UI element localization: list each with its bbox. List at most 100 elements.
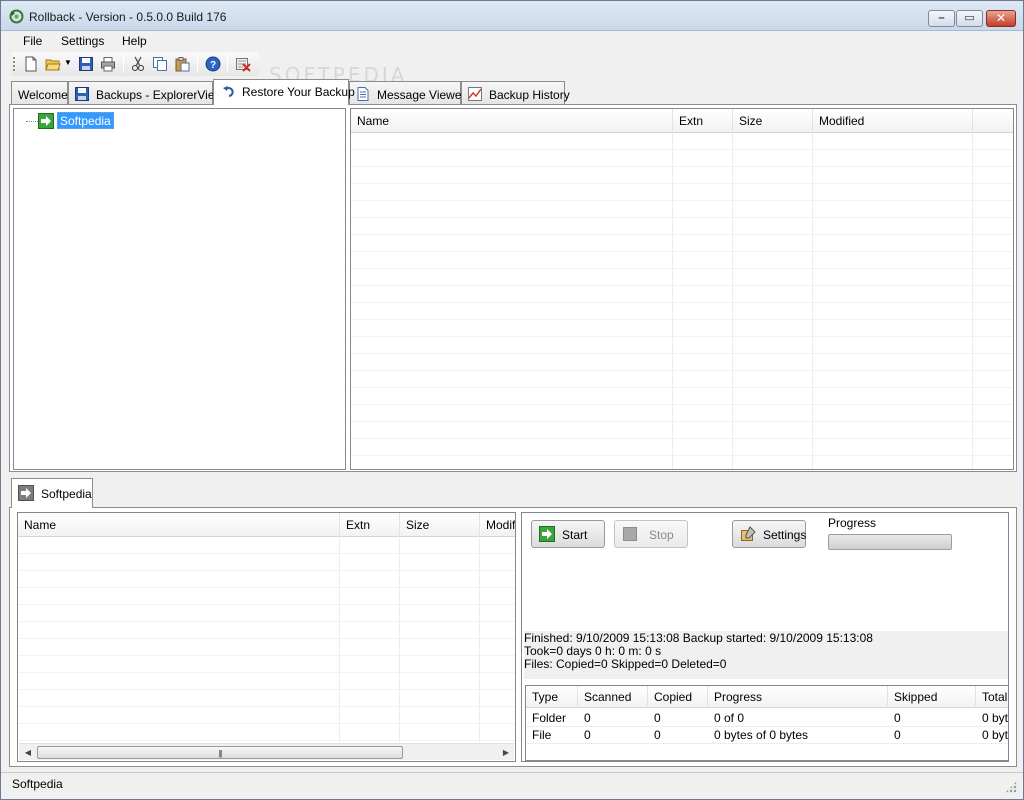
chart-icon [468,87,482,101]
tab-label: Welcome [18,88,68,102]
toolbar-separator [197,55,198,73]
tab-softpedia[interactable]: Softpedia [11,478,93,508]
file-list[interactable]: Name Extn Size Modified [350,108,1014,470]
print-icon[interactable] [100,56,116,72]
column-divider [339,537,340,742]
start-button[interactable]: Start [531,520,605,548]
save-icon[interactable] [78,56,94,72]
column-extn[interactable]: Extn [340,513,400,537]
svg-text:?: ? [210,60,216,71]
cut-icon[interactable] [130,56,146,72]
help-icon[interactable]: ? [205,56,221,72]
open-dropdown-icon[interactable]: ▼ [64,58,72,67]
summary-table[interactable]: Type Scanned Copied Progress Skipped Tot… [525,685,1009,761]
document-icon [357,87,369,101]
column-modified[interactable]: Modifi [480,513,515,537]
grip-icon: ||| [218,749,222,758]
settings-label: Settings [763,528,807,542]
column-modified[interactable]: Modified [813,109,973,133]
progress-label: Progress [828,516,877,530]
tree-node-softpedia[interactable]: Softpedia [57,112,114,129]
column-total[interactable]: Total S [976,686,1008,708]
cell-total: 0 bytes [982,728,1009,742]
new-icon[interactable] [23,56,39,72]
maximize-icon: ▭ [964,12,975,24]
tab-welcome[interactable]: Welcome [11,81,68,105]
title-bar[interactable]: Rollback - Version - 0.5.0.0 Build 176 –… [1,1,1023,31]
copy-icon[interactable] [152,56,168,72]
tab-message-viewer[interactable]: Message Viewer [349,81,466,105]
green-arrow-icon [38,113,54,129]
settings-icon [741,526,756,541]
scroll-right-icon[interactable]: ▶ [499,746,513,759]
restore-tab-panel: Softpedia Name Extn Size Modified [9,104,1017,472]
settings-button[interactable]: Settings [732,520,806,548]
cell-type: Folder [532,711,567,725]
status-text: Softpedia [12,777,63,791]
maximize-button[interactable]: ▭ [956,10,983,27]
table-row[interactable]: File 0 0 0 bytes of 0 bytes 0 0 bytes [526,727,1009,744]
scroll-left-icon[interactable]: ◀ [21,746,35,759]
restore-file-list[interactable]: Name Extn Size Modifi ◀ ||| ▶ [17,512,516,762]
files-info: Files: Copied=0 Skipped=0 Deleted=0 [524,657,727,671]
table-row[interactable]: Folder 0 0 0 of 0 0 0 bytes [526,710,1009,727]
cell-copied: 0 [654,728,661,742]
column-skipped[interactable]: Skipped [888,686,976,708]
tab-label: Softpedia [41,487,92,501]
close-icon: ✕ [995,11,1007,25]
cell-type: File [532,728,552,742]
floppy-icon [75,87,89,101]
column-name[interactable]: Name [351,109,673,133]
column-scanned[interactable]: Scanned [578,686,648,708]
minimize-button[interactable]: – [928,10,955,27]
restore-list-header: Name Extn Size Modifi [18,513,515,537]
restore-control-panel: Start Stop Settings Progress Finished: 9… [521,512,1009,762]
scrollbar-thumb[interactable]: ||| [37,746,403,759]
tab-backups-explorerview[interactable]: Backups - ExplorerView [68,81,223,105]
file-list-body [351,133,1013,469]
column-divider [672,133,673,469]
column-name[interactable]: Name [18,513,340,537]
delete-icon[interactable] [235,56,251,72]
column-size[interactable]: Size [733,109,813,133]
main-tabstrip: Welcome Backups - ExplorerView Restore Y… [9,79,1017,105]
start-icon [539,526,555,542]
close-button[interactable]: ✕ [986,10,1016,27]
toolbar-grip[interactable] [13,57,15,71]
horizontal-scrollbar[interactable]: ◀ ||| ▶ [19,743,514,760]
backup-tree[interactable]: Softpedia [13,108,346,470]
cell-total: 0 bytes [982,711,1009,725]
summary-header: Type Scanned Copied Progress Skipped Tot… [526,686,1008,708]
resize-grip-icon[interactable] [1005,781,1017,793]
column-extn[interactable]: Extn [673,109,733,133]
column-divider [812,133,813,469]
menu-file[interactable]: File [23,33,42,49]
cell-copied: 0 [654,711,661,725]
tab-backup-history[interactable]: Backup History [461,81,570,105]
menu-settings[interactable]: Settings [61,33,104,49]
bottom-panel: Name Extn Size Modifi ◀ ||| ▶ Start Stop… [9,507,1017,767]
stop-button[interactable]: Stop [614,520,688,548]
column-divider [972,133,973,469]
paste-icon[interactable] [174,56,190,72]
cell-progress: 0 of 0 [714,711,745,725]
tab-label: Backups - ExplorerView [96,88,224,102]
cell-skipped: 0 [894,711,901,725]
column-type[interactable]: Type [526,686,578,708]
bottom-tabstrip: Softpedia [9,478,1017,508]
column-size[interactable]: Size [400,513,480,537]
open-folder-icon[interactable] [45,56,61,72]
tab-label: Backup History [489,88,570,102]
duration-info: Took=0 days 0 h: 0 m: 0 s [524,644,662,658]
menu-help[interactable]: Help [122,33,147,49]
tab-label: Restore Your Backup [242,85,355,99]
column-progress[interactable]: Progress [708,686,888,708]
tab-restore-your-backup[interactable]: Restore Your Backup [213,79,355,105]
start-label: Start [562,528,588,542]
column-copied[interactable]: Copied [648,686,708,708]
cell-scanned: 0 [584,711,591,725]
menu-bar: File Settings Help [1,31,1023,51]
progress-bar [828,534,952,550]
finished-info: Finished: 9/10/2009 15:13:08 Backup star… [524,631,873,645]
app-icon [9,9,24,24]
